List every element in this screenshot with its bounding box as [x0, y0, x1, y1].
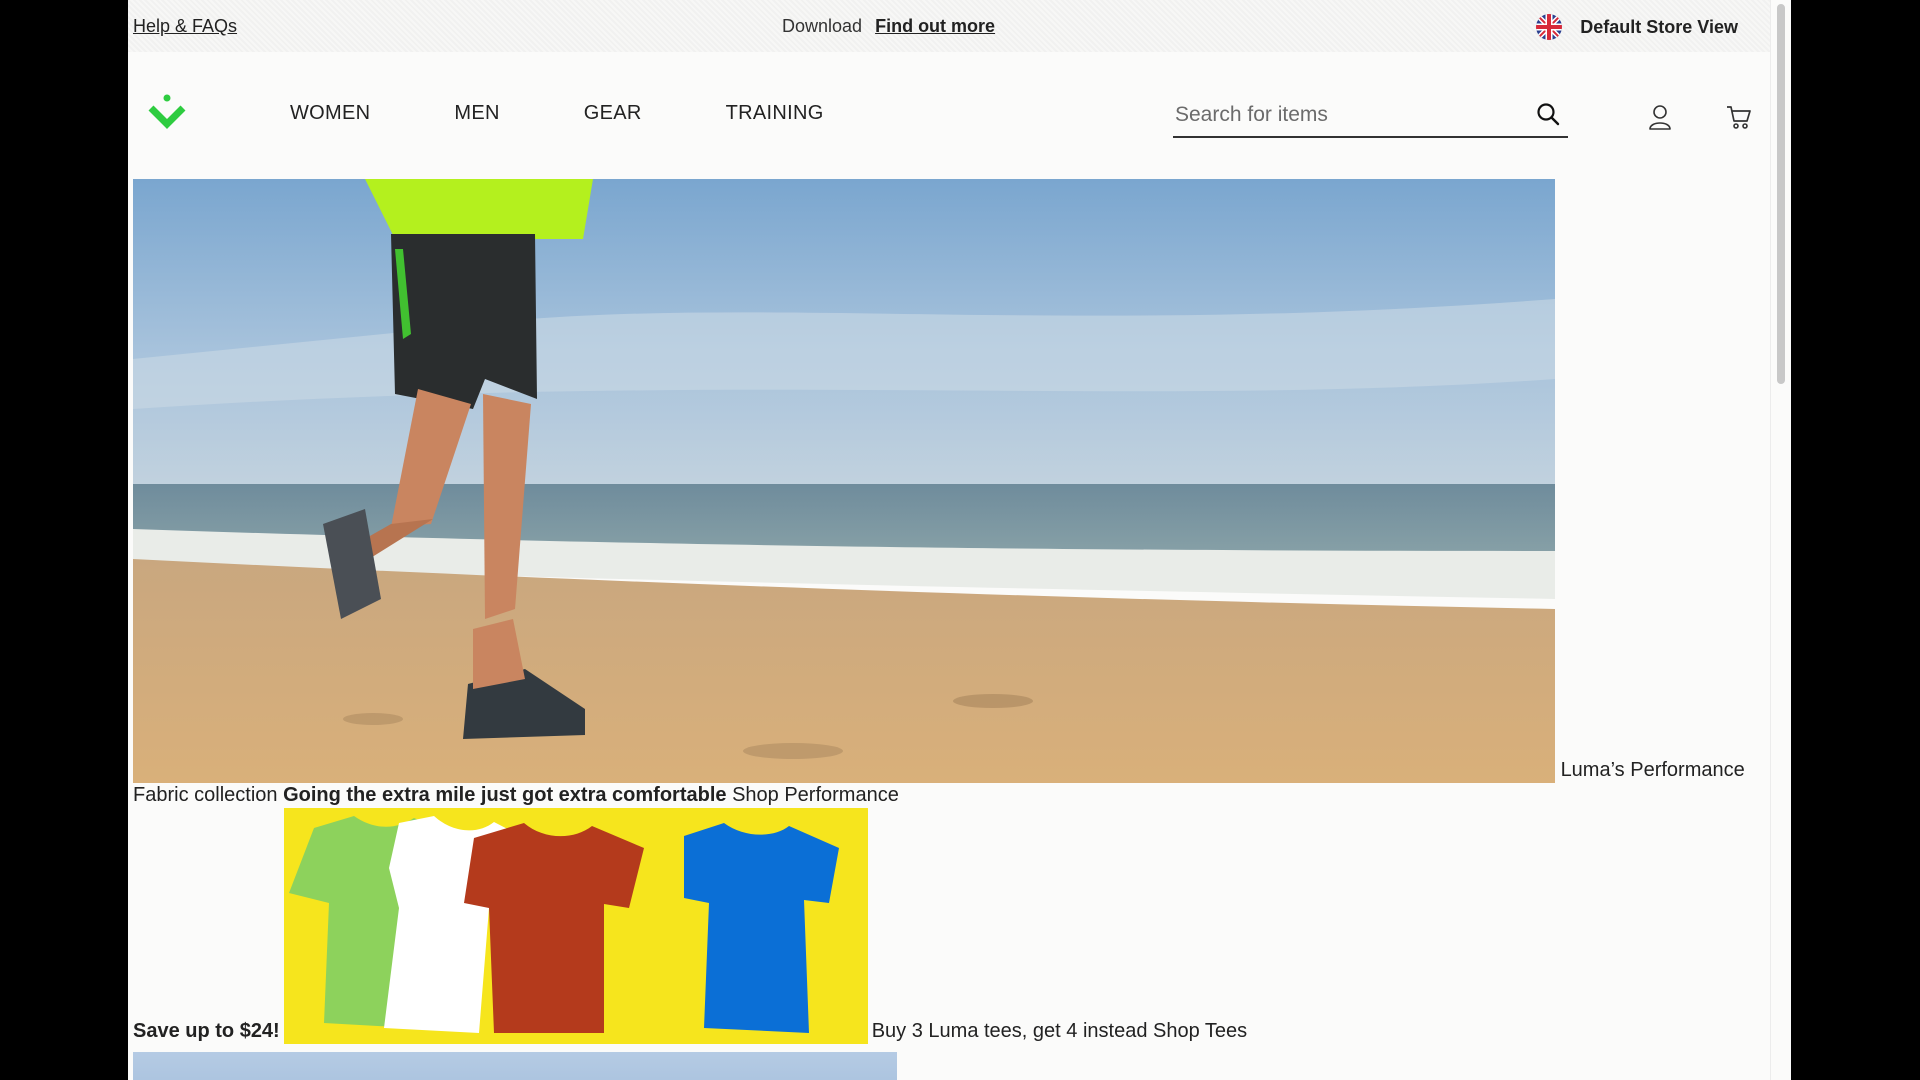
cart-icon[interactable]	[1726, 104, 1752, 130]
hero-headline: Going the extra mile just got extra comf…	[283, 784, 727, 806]
main-nav: WOMEN MEN GEAR TRAINING	[290, 102, 824, 125]
site-header: WOMEN MEN GEAR TRAINING	[128, 52, 1770, 176]
promo-text: Download	[782, 16, 863, 36]
nav-training[interactable]: TRAINING	[726, 102, 824, 125]
search-input[interactable]	[1173, 102, 1527, 128]
scrollbar-thumb[interactable]	[1777, 4, 1785, 384]
store-label: Default Store View	[1580, 16, 1738, 37]
hero-block: Luma’s Performance Fabric collection Goi…	[133, 179, 1760, 808]
page: Help & FAQs Download Find out more Defau…	[128, 0, 1770, 1080]
tees-offer-text: Buy 3 Luma tees, get 4 instead	[871, 1020, 1148, 1042]
tees-block: Save up to $24! Buy 3 Luma tees, get 4 i…	[133, 808, 1760, 1044]
shop-performance-link[interactable]: Shop Performance	[732, 784, 899, 806]
find-out-more-link[interactable]: Find out more	[875, 16, 995, 36]
luma-logo-icon[interactable]	[148, 94, 186, 130]
tees-save-text: Save up to $24!	[133, 1020, 280, 1042]
search-box	[1173, 94, 1568, 138]
nav-gear[interactable]: GEAR	[584, 102, 642, 125]
promo-message: Download Find out more	[782, 16, 995, 37]
tees-image[interactable]	[283, 808, 868, 1044]
shop-tees-link[interactable]: Shop Tees	[1153, 1020, 1247, 1042]
account-icon[interactable]	[1648, 104, 1672, 130]
top-bar: Help & FAQs Download Find out more Defau…	[128, 0, 1770, 52]
store-switcher[interactable]: Default Store View	[1536, 14, 1738, 40]
nav-men[interactable]: MEN	[454, 102, 499, 125]
help-faqs-link[interactable]: Help & FAQs	[133, 16, 237, 37]
nav-women[interactable]: WOMEN	[290, 102, 370, 125]
hero-image[interactable]	[133, 179, 1555, 783]
page-scrollbar[interactable]	[1770, 0, 1791, 1080]
next-banner-image[interactable]	[133, 1052, 897, 1080]
search-icon[interactable]	[1536, 102, 1560, 126]
uk-flag-icon	[1536, 14, 1563, 40]
main-content: Luma’s Performance Fabric collection Goi…	[133, 179, 1760, 1080]
